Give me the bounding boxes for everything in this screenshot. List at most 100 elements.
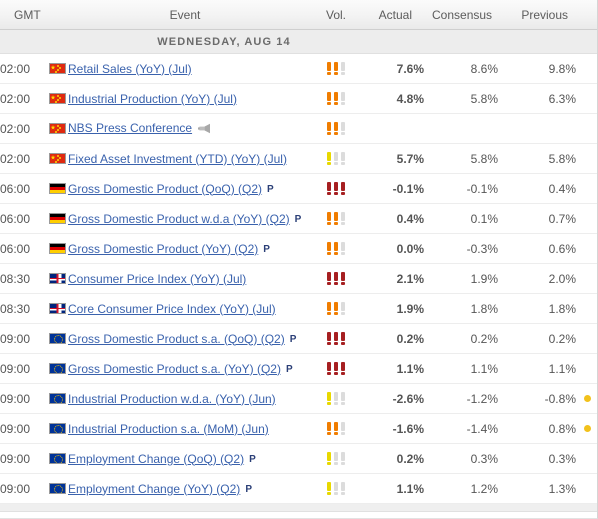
column-header-previous[interactable]: Previous [498, 0, 576, 30]
volatility-cell[interactable] [310, 323, 362, 354]
revision-cell [576, 203, 597, 234]
event-time: 09:00 [0, 323, 46, 354]
table-row[interactable]: 09:00 Industrial Production w.d.a. (YoY) … [0, 383, 597, 414]
flag-eu-icon [48, 453, 66, 464]
volatility-cell[interactable] [310, 353, 362, 384]
event-link[interactable]: Gross Domestic Product s.a. (YoY) (Q2) [68, 362, 281, 376]
volatility-cell[interactable] [310, 113, 362, 144]
volatility-cell[interactable] [310, 293, 362, 324]
event-name-cell[interactable]: Gross Domestic Product (YoY) (Q2) P [68, 233, 310, 264]
event-link[interactable]: Gross Domestic Product s.a. (QoQ) (Q2) [68, 332, 285, 346]
day-label: WEDNESDAY, AUG 14 [157, 35, 291, 48]
table-row[interactable]: 06:00 Gross Domestic Product w.d.a (YoY) … [0, 203, 597, 234]
event-link[interactable]: Industrial Production (YoY) (Jul) [68, 92, 237, 106]
revision-cell [576, 383, 597, 414]
volatility-cell[interactable] [310, 83, 362, 114]
event-name-cell[interactable]: Core Consumer Price Index (YoY) (Jul) [68, 293, 310, 324]
revision-cell [576, 143, 597, 174]
table-row[interactable]: 06:00 Gross Domestic Product (QoQ) (Q2) P -… [0, 173, 597, 204]
volatility-cell[interactable] [310, 143, 362, 174]
table-row[interactable]: 06:00 Gross Domestic Product (YoY) (Q2) P 0… [0, 233, 597, 264]
volatility-cell[interactable] [310, 263, 362, 294]
event-name-cell[interactable]: Gross Domestic Product s.a. (YoY) (Q2) P [68, 353, 310, 384]
event-name-cell[interactable]: Fixed Asset Investment (YTD) (YoY) (Jul) [68, 143, 310, 174]
volatility-cell[interactable] [310, 203, 362, 234]
actual-value: 7.6% [362, 53, 424, 84]
event-time: 08:30 [0, 263, 46, 294]
event-name-cell[interactable]: Employment Change (QoQ) (Q2) P [68, 443, 310, 474]
event-name-cell[interactable]: EIA Crude Oil Stocks Change (Aug 9) [68, 511, 310, 518]
country-flag-cell [46, 113, 68, 144]
volatility-bar-2 [334, 301, 338, 316]
event-link[interactable]: Fixed Asset Investment (YTD) (YoY) (Jul) [68, 152, 287, 166]
event-link[interactable]: Consumer Price Index (YoY) (Jul) [68, 272, 246, 286]
event-link[interactable]: Gross Domestic Product (QoQ) (Q2) [68, 182, 262, 196]
event-name-cell[interactable]: Retail Sales (YoY) (Jul) [68, 53, 310, 84]
column-header-revision [576, 0, 597, 30]
event-name-cell[interactable]: Consumer Price Index (YoY) (Jul) [68, 263, 310, 294]
table-row[interactable]: 08:30 Core Consumer Price Index (YoY) (Ju… [0, 293, 597, 324]
event-link[interactable]: NBS Press Conference [68, 121, 192, 135]
calendar-table: GMT Event Vol. Actual Consensus Previous… [0, 0, 597, 518]
volatility-bar-3 [341, 91, 345, 106]
volatility-cell[interactable] [310, 473, 362, 504]
volatility-cell[interactable] [310, 173, 362, 204]
event-link[interactable]: Gross Domestic Product (YoY) (Q2) [68, 242, 258, 256]
table-row[interactable]: 02:00 Retail Sales (YoY) (Jul) 7.6% 8.6% 9.8… [0, 53, 597, 84]
table-row[interactable]: 09:00 Employment Change (QoQ) (Q2) P 0.2% 0.… [0, 443, 597, 474]
country-flag-cell [46, 293, 68, 324]
event-name-cell[interactable]: Gross Domestic Product w.d.a (YoY) (Q2) P [68, 203, 310, 234]
event-link[interactable]: Gross Domestic Product w.d.a (YoY) (Q2) [68, 212, 290, 226]
column-header-actual[interactable]: Actual [362, 0, 424, 30]
previous-value: 0.3% [498, 443, 576, 474]
volatility-cell[interactable] [310, 233, 362, 264]
table-row[interactable]: 08:30 Consumer Price Index (YoY) (Jul) 2.1… [0, 263, 597, 294]
revision-cell [576, 233, 597, 264]
table-row[interactable]: 02:00 NBS Press Conference [0, 113, 597, 144]
previous-value: 0.8% [498, 413, 576, 444]
table-row[interactable]: 09:00 Employment Change (YoY) (Q2) P 1.1% 1.… [0, 473, 597, 504]
event-link[interactable]: Core Consumer Price Index (YoY) (Jul) [68, 302, 276, 316]
volatility-meter [326, 61, 347, 76]
volatility-cell[interactable] [310, 443, 362, 474]
table-row[interactable]: 09:00 Gross Domestic Product s.a. (YoY) (… [0, 353, 597, 384]
volatility-meter [326, 271, 347, 286]
preliminary-badge: P [263, 243, 270, 255]
volatility-bar-2 [334, 451, 338, 466]
event-link[interactable]: Industrial Production w.d.a. (YoY) (Jun) [68, 392, 276, 406]
event-link[interactable]: Industrial Production s.a. (MoM) (Jun) [68, 422, 269, 436]
event-name-cell[interactable]: Gross Domestic Product (QoQ) (Q2) P [68, 173, 310, 204]
volatility-meter [326, 91, 347, 106]
column-header-consensus[interactable]: Consensus [424, 0, 498, 30]
volatility-cell[interactable] [310, 53, 362, 84]
actual-value: 1.1% [362, 353, 424, 384]
preliminary-badge: P [289, 333, 297, 345]
event-name-cell[interactable]: Industrial Production s.a. (MoM) (Jun) [68, 413, 310, 444]
table-row[interactable]: 09:00 Industrial Production s.a. (MoM) (J… [0, 413, 597, 444]
volatility-cell[interactable] [310, 383, 362, 414]
table-row[interactable]: 09:00 Gross Domestic Product s.a. (QoQ) (… [0, 323, 597, 354]
column-header-time[interactable]: GMT [0, 0, 46, 30]
volatility-bar-1 [327, 151, 331, 166]
event-name-cell[interactable]: Industrial Production w.d.a. (YoY) (Jun) [68, 383, 310, 414]
event-name-cell[interactable]: Gross Domestic Product s.a. (QoQ) (Q2) P [68, 323, 310, 354]
event-name-cell[interactable]: Industrial Production (YoY) (Jul) [68, 83, 310, 114]
flag-de-icon [48, 243, 66, 254]
previous-value: 9.8% [498, 53, 576, 84]
column-header-event[interactable]: Event [68, 0, 310, 30]
event-name-cell[interactable]: Employment Change (YoY) (Q2) P [68, 473, 310, 504]
revision-indicator-icon [583, 395, 591, 402]
volatility-cell[interactable] [310, 511, 362, 518]
event-name-cell[interactable]: NBS Press Conference [68, 113, 310, 144]
column-header-volatility[interactable]: Vol. [310, 0, 362, 30]
table-row[interactable]: 02:00 Fixed Asset Investment (YTD) (YoY) … [0, 143, 597, 174]
flag-cn-icon [48, 63, 66, 74]
event-link[interactable]: Employment Change (YoY) (Q2) [68, 482, 240, 496]
event-link[interactable]: Retail Sales (YoY) (Jul) [68, 62, 192, 76]
table-row[interactable]: 14:30 EIA Crude Oil Stocks Change (Aug 9)… [0, 511, 597, 518]
table-row[interactable]: 02:00 Industrial Production (YoY) (Jul) 4.… [0, 83, 597, 114]
volatility-cell[interactable] [310, 413, 362, 444]
section-separator-cell [0, 503, 597, 512]
volatility-bar-1 [327, 121, 331, 136]
event-link[interactable]: Employment Change (QoQ) (Q2) [68, 452, 244, 466]
